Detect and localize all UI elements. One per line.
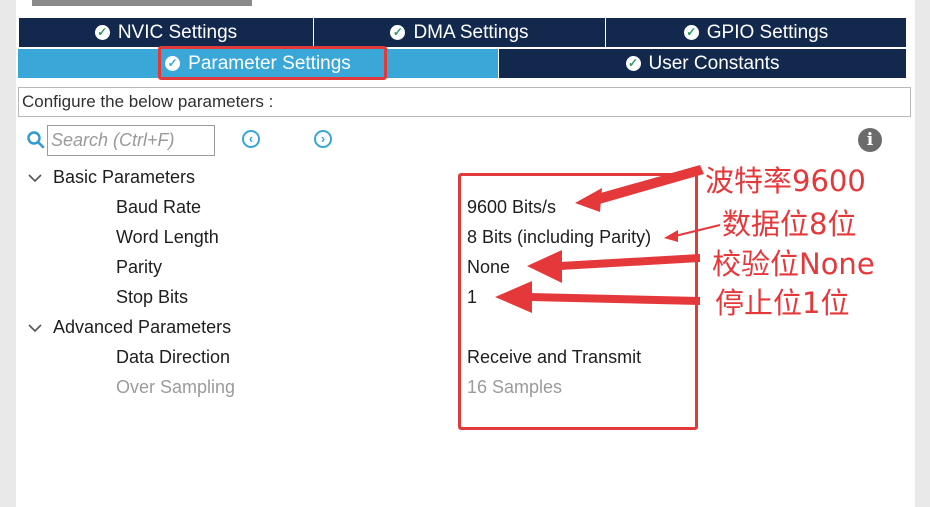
- chevron-down-icon[interactable]: [28, 323, 42, 333]
- group-advanced-parameters[interactable]: Advanced Parameters: [53, 317, 231, 338]
- tab-nvic-settings[interactable]: ✓ NVIC Settings: [18, 18, 313, 47]
- tab-label: User Constants: [648, 52, 780, 74]
- tab-user-constants[interactable]: ✓ User Constants: [498, 49, 906, 78]
- chevron-right-circle-icon[interactable]: ›: [314, 130, 332, 148]
- param-name-baud-rate: Baud Rate: [116, 197, 202, 217]
- check-circle-icon: ✓: [625, 56, 641, 71]
- tab-label: DMA Settings: [413, 21, 529, 43]
- top-scrollbar[interactable]: [32, 0, 252, 6]
- check-circle-icon: ✓: [94, 25, 110, 40]
- annotation-word-length: 数据位8位: [722, 207, 857, 241]
- tab-label: NVIC Settings: [117, 21, 238, 43]
- highlight-values-box: [458, 173, 698, 430]
- param-name-data-direction: Data Direction: [116, 347, 231, 367]
- tab-gpio-settings[interactable]: ✓ GPIO Settings: [605, 18, 906, 47]
- configure-info-bar: Configure the below parameters :: [18, 87, 911, 117]
- param-name-stop-bits: Stop Bits: [116, 287, 189, 307]
- chevron-down-icon[interactable]: [28, 173, 42, 183]
- annotation-stop-bits: 停止位1位: [715, 286, 850, 320]
- tab-dma-settings[interactable]: ✓ DMA Settings: [313, 18, 605, 47]
- param-name-over-sampling: Over Sampling: [116, 377, 236, 397]
- annotation-parity: 校验位None: [712, 247, 875, 281]
- chevron-left-circle-icon[interactable]: ‹: [242, 130, 260, 148]
- info-bar-text: Configure the below parameters :: [22, 92, 274, 111]
- search-icon: [27, 131, 45, 149]
- group-basic-parameters[interactable]: Basic Parameters: [53, 167, 195, 188]
- search-input[interactable]: [47, 125, 215, 156]
- highlight-parameter-tab: [158, 46, 387, 80]
- check-circle-icon: ✓: [390, 25, 406, 40]
- info-icon[interactable]: i: [858, 128, 882, 152]
- annotation-baud: 波特率9600: [705, 164, 866, 198]
- check-circle-icon: ✓: [683, 25, 699, 40]
- param-name-word-length: Word Length: [116, 227, 219, 247]
- tab-label: GPIO Settings: [706, 21, 829, 43]
- param-name-parity: Parity: [116, 257, 163, 277]
